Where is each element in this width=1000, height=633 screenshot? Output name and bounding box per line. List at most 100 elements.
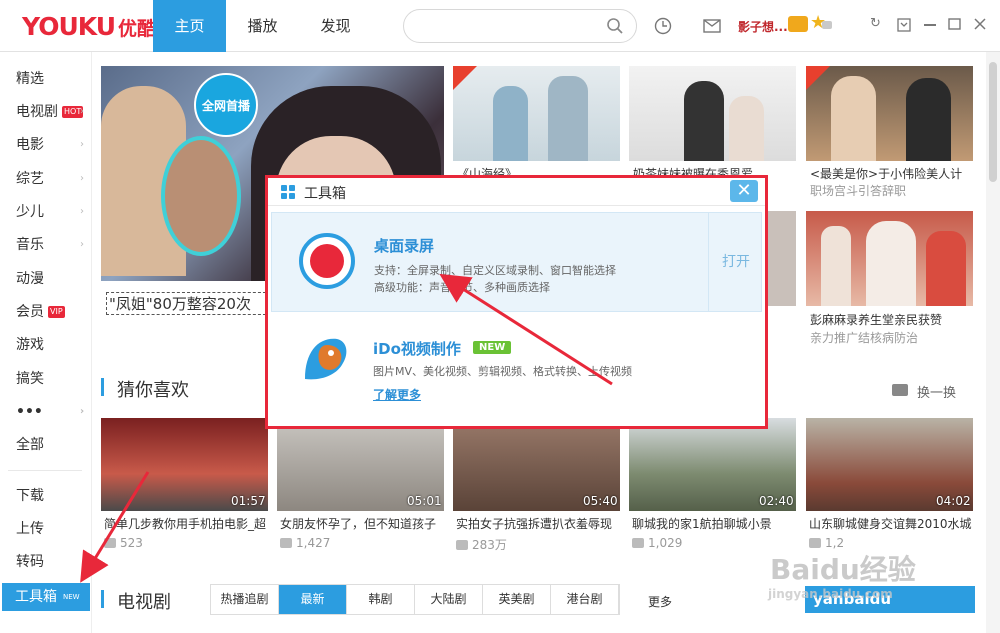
sidebar-item-funny[interactable]: 搞笑: [16, 367, 86, 391]
refresh-feed-button[interactable]: 换一换: [917, 382, 956, 401]
sidebar-item-games[interactable]: 游戏: [16, 333, 86, 357]
sidebar-item-label: 游戏: [16, 337, 44, 353]
vip-badge: VIP: [48, 306, 65, 318]
learn-more-link[interactable]: 了解更多: [373, 386, 421, 403]
play-icon: [809, 538, 821, 548]
sidebar-item-toolbox[interactable]: 工具箱 NEW: [2, 583, 90, 611]
tool-screen-record[interactable]: 桌面录屏 支持：全屏录制、自定义区域录制、窗口智能选择 高级功能：声音调节、多种…: [271, 212, 762, 312]
count-text: 1,029: [648, 536, 683, 550]
video-thumbnail[interactable]: 01:57: [101, 418, 268, 511]
search-icon[interactable]: [606, 17, 624, 35]
history-icon[interactable]: [654, 17, 672, 35]
top-bar: YOUKU 优酷 主页 播放 发现 影子想... ★ ↻: [0, 0, 1000, 52]
logo-text-cn: 优酷: [118, 18, 157, 40]
sidebar-item-download[interactable]: 下载: [16, 484, 86, 508]
sidebar-item-label: 全部: [16, 437, 44, 453]
tool-desc: 支持：全屏录制、自定义区域录制、窗口智能选择: [374, 264, 616, 277]
tab-korean[interactable]: 韩剧: [347, 585, 415, 614]
video-thumbnail[interactable]: 02:40: [629, 418, 796, 511]
video-title[interactable]: 简单几步教你用手机拍电影_超: [104, 515, 268, 532]
video-title[interactable]: 聊城我的家1航拍聊城小景: [632, 515, 796, 532]
video-thumbnail[interactable]: [806, 211, 973, 306]
tab-hktw[interactable]: 港台剧: [551, 585, 619, 614]
sidebar-item-variety[interactable]: 综艺 ›: [16, 167, 86, 191]
sidebar-item-music[interactable]: 音乐 ›: [16, 233, 86, 257]
toolbox-icon: [281, 185, 295, 199]
video-title[interactable]: <最美是你>于小伟险美人计: [810, 165, 970, 182]
refresh-feed-icon[interactable]: [892, 384, 908, 396]
video-duration: 01:57: [231, 494, 266, 508]
nav-home[interactable]: 主页: [153, 0, 226, 52]
close-icon[interactable]: [974, 18, 986, 30]
sidebar-item-movie[interactable]: 电影 ›: [16, 133, 86, 157]
scrollbar-thumb[interactable]: [989, 62, 997, 182]
video-title[interactable]: 实拍女子抗强拆遭扒衣羞辱现: [456, 515, 620, 532]
play-count: 283万: [456, 536, 507, 553]
user-name[interactable]: 影子想...: [738, 18, 788, 35]
refresh-icon[interactable]: ↻: [870, 16, 881, 31]
sidebar-item-label: 动漫: [16, 271, 44, 287]
minimize-icon[interactable]: [924, 24, 936, 27]
sidebar-item-featured[interactable]: 精选: [16, 67, 86, 91]
sidebar-item-all[interactable]: 全部: [16, 433, 86, 457]
open-button[interactable]: 打开: [708, 213, 763, 311]
tv-more-link[interactable]: 更多: [648, 593, 672, 610]
chevron-right-icon: ›: [80, 139, 84, 150]
sidebar-item-upload[interactable]: 上传: [16, 517, 86, 541]
menu-icon[interactable]: [897, 18, 911, 32]
play-icon: [280, 538, 292, 548]
sidebar-item-label: 精选: [16, 71, 44, 87]
play-count: 523: [104, 536, 143, 550]
play-count: 1,029: [632, 536, 682, 550]
sidebar-item-tv[interactable]: 电视剧 HOT ›: [16, 100, 86, 124]
section-title-guess: 猜你喜欢: [117, 380, 189, 401]
chevron-right-icon: ›: [80, 406, 85, 417]
nav-play[interactable]: 播放: [226, 0, 299, 52]
play-icon: [104, 538, 116, 548]
maximize-icon[interactable]: [948, 18, 961, 30]
sidebar-item-kids[interactable]: 少儿 ›: [16, 200, 86, 224]
video-thumbnail[interactable]: [453, 66, 620, 161]
video-title[interactable]: 女朋友怀孕了，但不知道孩子: [280, 515, 444, 532]
sidebar-item-vip[interactable]: 会员 VIP: [16, 300, 86, 324]
logo-text-en: YOUKU: [22, 12, 116, 41]
hero-caption[interactable]: "凤姐"80万整容20次: [106, 292, 266, 315]
video-thumbnail[interactable]: 04:02: [806, 418, 973, 511]
sidebar-item-label: 少儿: [16, 204, 44, 220]
tab-latest[interactable]: 最新: [279, 585, 347, 614]
nav-discover[interactable]: 发现: [299, 0, 372, 52]
tab-hot[interactable]: 热播追剧: [211, 585, 279, 614]
video-thumbnail[interactable]: [806, 66, 973, 161]
chevron-right-icon: ›: [80, 173, 84, 184]
tab-mainland[interactable]: 大陆剧: [415, 585, 483, 614]
sidebar-item-label: 下载: [16, 488, 44, 504]
video-duration: 05:01: [407, 494, 442, 508]
video-title[interactable]: 山东聊城健身交谊舞2010水城: [809, 515, 973, 532]
youku-logo[interactable]: YOUKU 优酷: [22, 12, 157, 41]
video-thumbnail[interactable]: 05:01: [277, 418, 444, 511]
scrollbar[interactable]: [986, 52, 1000, 633]
sidebar-item-anime[interactable]: 动漫: [16, 267, 86, 291]
sidebar-item-label: 综艺: [16, 171, 44, 187]
count-text: 523: [120, 536, 143, 550]
tool-desc-ido: 图片MV、美化视频、剪辑视频、格式转换、上传视频: [373, 365, 633, 378]
count-text: 283万: [472, 538, 507, 552]
ido-bird-icon: [305, 338, 347, 380]
sidebar-item-label: 电影: [16, 137, 44, 153]
video-thumbnail[interactable]: [629, 66, 796, 161]
tool-name-ido[interactable]: iDo视频制作: [373, 338, 461, 359]
tool-name: 桌面录屏: [374, 237, 435, 255]
search-input[interactable]: [403, 9, 637, 43]
main-nav: 主页 播放 发现: [153, 0, 372, 52]
dialog-close-button[interactable]: ✕: [730, 180, 758, 202]
play-icon: [456, 540, 468, 550]
mail-icon[interactable]: [703, 19, 721, 33]
video-thumbnail[interactable]: 05:40: [453, 418, 620, 511]
sidebar-item-transcode[interactable]: 转码: [16, 550, 86, 574]
hero-premiere-badge: 全网首播: [194, 73, 258, 137]
video-title[interactable]: 彭麻麻录养生堂亲民获赞: [810, 311, 970, 328]
tab-western[interactable]: 英美剧: [483, 585, 551, 614]
sidebar-item-more[interactable]: ••• ›: [16, 400, 86, 424]
dialog-title: 工具箱: [304, 186, 346, 202]
watermark-url: jingyan.baidu.com: [768, 587, 893, 601]
